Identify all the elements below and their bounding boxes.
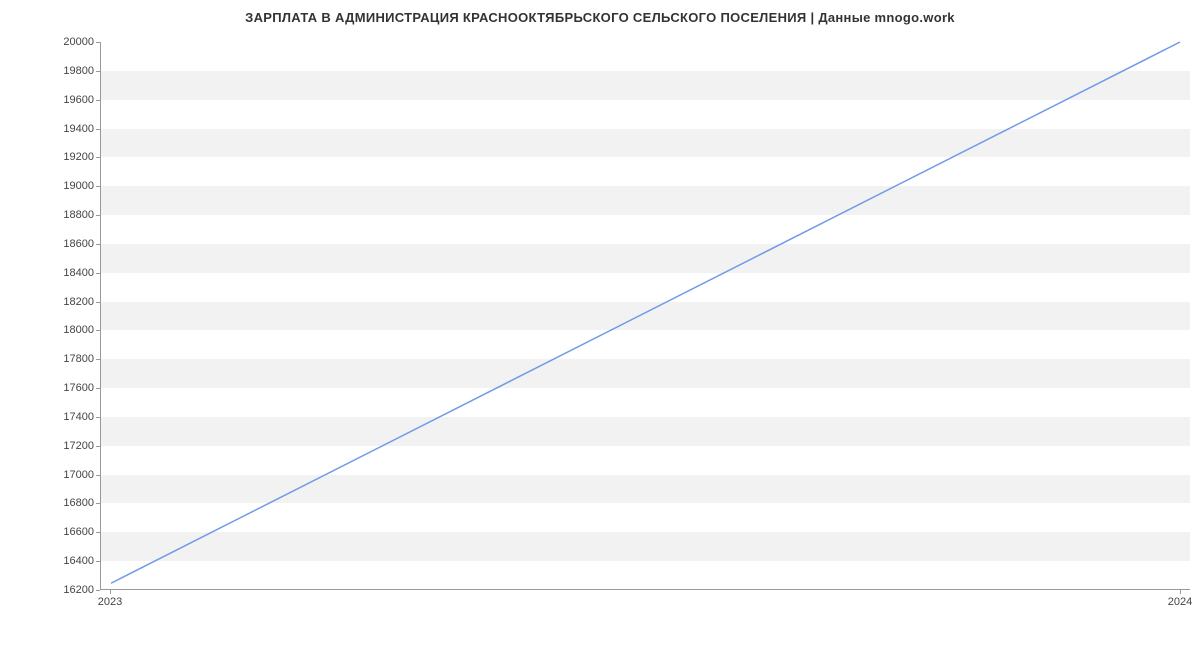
y-tick-label: 19400 — [4, 123, 94, 135]
y-tick-mark — [96, 359, 100, 360]
y-tick-mark — [96, 503, 100, 504]
y-tick-mark — [96, 475, 100, 476]
series-line — [111, 42, 1180, 583]
y-tick-mark — [96, 446, 100, 447]
y-tick-mark — [96, 186, 100, 187]
y-tick-label: 19800 — [4, 65, 94, 77]
y-tick-mark — [96, 71, 100, 72]
x-tick-mark — [110, 590, 111, 594]
chart-container: ЗАРПЛАТА В АДМИНИСТРАЦИЯ КРАСНООКТЯБРЬСК… — [0, 0, 1200, 620]
y-tick-mark — [96, 302, 100, 303]
y-tick-mark — [96, 330, 100, 331]
y-tick-label: 18200 — [4, 296, 94, 308]
y-tick-mark — [96, 561, 100, 562]
y-tick-mark — [96, 215, 100, 216]
y-tick-label: 16400 — [4, 555, 94, 567]
y-tick-label: 16800 — [4, 497, 94, 509]
plot-area — [100, 42, 1190, 590]
y-tick-label: 17400 — [4, 411, 94, 423]
y-tick-mark — [96, 42, 100, 43]
y-tick-mark — [96, 417, 100, 418]
x-tick-label: 2024 — [1168, 596, 1192, 608]
y-tick-mark — [96, 129, 100, 130]
y-tick-mark — [96, 388, 100, 389]
y-tick-label: 16200 — [4, 584, 94, 596]
y-tick-mark — [96, 273, 100, 274]
y-tick-label: 17200 — [4, 440, 94, 452]
y-tick-mark — [96, 244, 100, 245]
line-series — [101, 42, 1190, 589]
y-tick-label: 18800 — [4, 209, 94, 221]
y-tick-label: 19600 — [4, 94, 94, 106]
y-tick-mark — [96, 590, 100, 591]
y-tick-label: 20000 — [4, 36, 94, 48]
y-tick-mark — [96, 532, 100, 533]
y-tick-mark — [96, 157, 100, 158]
y-tick-label: 18400 — [4, 267, 94, 279]
y-tick-label: 17600 — [4, 382, 94, 394]
chart-title: ЗАРПЛАТА В АДМИНИСТРАЦИЯ КРАСНООКТЯБРЬСК… — [0, 10, 1200, 25]
y-tick-mark — [96, 100, 100, 101]
x-tick-label: 2023 — [98, 596, 122, 608]
y-tick-label: 16600 — [4, 526, 94, 538]
y-tick-label: 19000 — [4, 180, 94, 192]
x-tick-mark — [1180, 590, 1181, 594]
y-tick-label: 17000 — [4, 469, 94, 481]
y-tick-label: 17800 — [4, 353, 94, 365]
y-tick-label: 18000 — [4, 324, 94, 336]
y-tick-label: 19200 — [4, 151, 94, 163]
y-tick-label: 18600 — [4, 238, 94, 250]
